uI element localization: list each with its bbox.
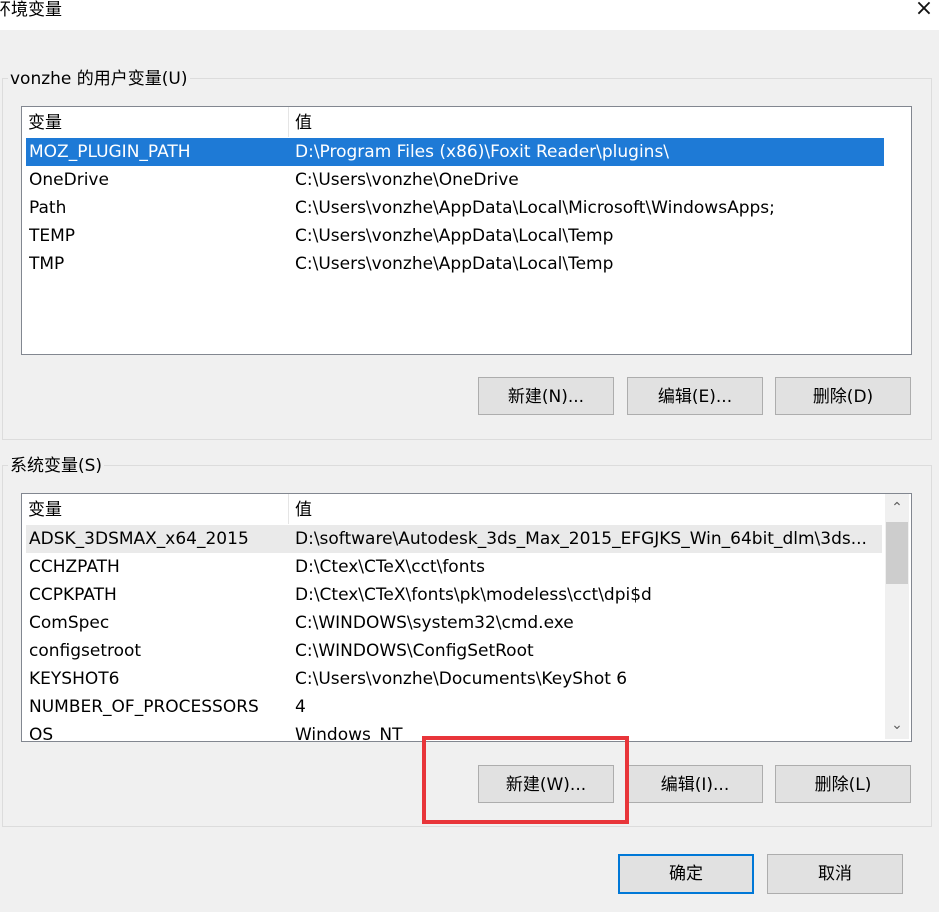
table-row[interactable]: MOZ_PLUGIN_PATH D:\Program Files (x86)\Fo… [26, 138, 884, 166]
system-edit-button[interactable]: 编辑(I)... [627, 765, 763, 803]
user-variables-list[interactable]: 变量 值 MOZ_PLUGIN_PATH D:\Program Files (x8… [21, 106, 912, 355]
title-bar: 环境变量 × [0, 0, 939, 30]
variable-value-cell: D:\software\Autodesk_3ds_Max_2015_EFGJKS… [295, 529, 867, 549]
table-row[interactable]: OneDrive C:\Users\vonzhe\OneDrive [26, 166, 884, 194]
system-delete-button[interactable]: 删除(L) [775, 765, 911, 803]
list-header: 变量 值 [22, 107, 911, 137]
variable-value-cell: C:\Users\vonzhe\OneDrive [295, 170, 519, 190]
variable-value-cell: C:\Users\vonzhe\AppData\Local\Microsoft\… [295, 198, 775, 218]
system-variables-label: 系统变量(S) [8, 455, 105, 477]
variable-value-cell: D:\Ctex\CTeX\fonts\pk\modeless\cct\dpi$d [295, 585, 652, 605]
column-header-value[interactable]: 值 [289, 494, 879, 524]
list-header: 变量 值 [22, 494, 911, 524]
variable-value-cell: Windows_NT [295, 725, 403, 742]
user-variables-label: vonzhe 的用户变量(U) [8, 68, 190, 90]
variable-value-cell: 4 [295, 697, 306, 717]
variable-name-cell: MOZ_PLUGIN_PATH [29, 142, 191, 162]
variable-value-cell: C:\Users\vonzhe\Documents\KeyShot 6 [295, 669, 628, 689]
variable-name-cell: ComSpec [29, 613, 110, 633]
table-row[interactable]: configsetroot C:\WINDOWS\ConfigSetRoot [26, 637, 882, 665]
variable-name-cell: Path [29, 198, 67, 218]
table-row[interactable]: CCPKPATH D:\Ctex\CTeX\fonts\pk\modeless\c… [26, 581, 882, 609]
user-delete-button[interactable]: 删除(D) [775, 377, 911, 415]
column-header-variable[interactable]: 变量 [22, 107, 289, 137]
table-row[interactable]: Path C:\Users\vonzhe\AppData\Local\Micros… [26, 194, 884, 222]
variable-name-cell: NUMBER_OF_PROCESSORS [29, 697, 259, 717]
system-variables-list[interactable]: 变量 值 ADSK_3DSMAX_x64_2015 D:\software\Aut… [21, 493, 912, 742]
variable-name-cell: CCPKPATH [29, 585, 117, 605]
scroll-down-icon[interactable]: ⌄ [885, 713, 909, 737]
table-row[interactable]: TEMP C:\Users\vonzhe\AppData\Local\Temp [26, 222, 884, 250]
scroll-up-icon[interactable]: ⌃ [885, 496, 909, 520]
close-icon[interactable]: × [909, 0, 939, 20]
table-row[interactable]: ComSpec C:\WINDOWS\system32\cmd.exe [26, 609, 882, 637]
variable-value-cell: C:\WINDOWS\ConfigSetRoot [295, 641, 534, 661]
scroll-thumb[interactable] [886, 522, 908, 584]
variable-value-cell: D:\Ctex\CTeX\cct\fonts [295, 557, 485, 577]
column-header-value[interactable]: 值 [289, 107, 889, 137]
variable-name-cell: TEMP [29, 226, 76, 246]
user-edit-button[interactable]: 编辑(E)... [627, 377, 763, 415]
variable-value-cell: C:\WINDOWS\system32\cmd.exe [295, 613, 574, 633]
window-title: 环境变量 [0, 0, 62, 20]
table-row[interactable]: KEYSHOT6 C:\Users\vonzhe\Documents\KeySho… [26, 665, 882, 693]
vertical-scrollbar[interactable]: ⌃ ⌄ [885, 494, 909, 739]
variable-name-cell: ADSK_3DSMAX_x64_2015 [29, 529, 249, 549]
table-row[interactable]: OS Windows_NT [26, 721, 882, 742]
variable-name-cell: OS [29, 725, 54, 742]
variable-value-cell: C:\Users\vonzhe\AppData\Local\Temp [295, 226, 614, 246]
table-row[interactable]: NUMBER_OF_PROCESSORS 4 [26, 693, 882, 721]
variable-value-cell: C:\Users\vonzhe\AppData\Local\Temp [295, 254, 614, 274]
ok-button[interactable]: 确定 [618, 854, 754, 894]
variable-name-cell: KEYSHOT6 [29, 669, 120, 689]
variable-name-cell: OneDrive [29, 170, 109, 190]
table-row[interactable]: TMP C:\Users\vonzhe\AppData\Local\Temp [26, 250, 884, 278]
variable-name-cell: TMP [29, 254, 65, 274]
cancel-button[interactable]: 取消 [767, 854, 903, 894]
system-new-button[interactable]: 新建(W)... [478, 765, 614, 803]
table-row[interactable]: CCHZPATH D:\Ctex\CTeX\cct\fonts [26, 553, 882, 581]
variable-value-cell: D:\Program Files (x86)\Foxit Reader\plug… [295, 142, 670, 162]
column-header-variable[interactable]: 变量 [22, 494, 289, 524]
variable-name-cell: CCHZPATH [29, 557, 120, 577]
table-row[interactable]: ADSK_3DSMAX_x64_2015 D:\software\Autodesk… [26, 525, 882, 553]
user-new-button[interactable]: 新建(N)... [478, 377, 614, 415]
variable-name-cell: configsetroot [29, 641, 142, 661]
